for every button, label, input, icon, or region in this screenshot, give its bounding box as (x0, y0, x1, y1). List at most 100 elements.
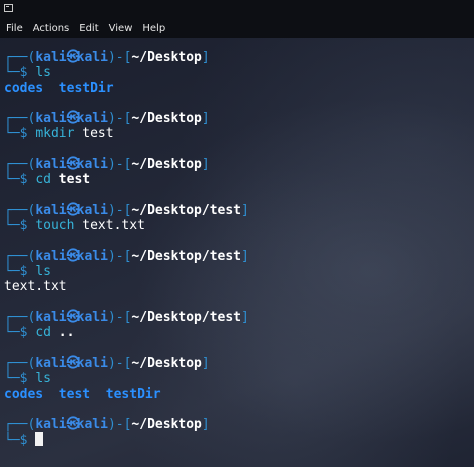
prompt-frame: ] (201, 157, 210, 173)
prompt-header: ┌──(kali㉿kali)-[~/Desktop/test] (4, 310, 470, 325)
title-bar (0, 0, 474, 18)
prompt-header: ┌──(kali㉿kali)-[~/Desktop/test] (4, 203, 470, 218)
kali-skull-icon: ㉿ (66, 248, 80, 264)
command-line: └─$ touch text.txt (4, 218, 470, 233)
prompt-path: ~/Desktop (131, 111, 202, 127)
prompt-frame: ┌──( (4, 157, 36, 173)
terminal-output[interactable]: ┌──(kali㉿kali)-[~/Desktop] └─$ ls codes te… (4, 50, 470, 448)
prompt-frame: )-[ (107, 355, 132, 371)
menu-view[interactable]: View (109, 23, 133, 34)
prompt-host: kali (76, 355, 108, 371)
menu-file[interactable]: File (6, 23, 23, 34)
prompt-frame: └─$ (4, 371, 36, 387)
prompt-frame: ] (241, 202, 249, 218)
command-line: └─$ ls (4, 371, 470, 386)
command-line: └─$ mkdir test (4, 126, 470, 141)
kali-skull-icon: ㉿ (66, 157, 80, 173)
command-output: text.txt (4, 279, 470, 294)
command-line: └─$ cd test (4, 172, 470, 187)
prompt-host: kali (76, 248, 108, 264)
prompt-path: ~/Desktop (131, 355, 202, 371)
prompt-path: ~/Desktop/test (131, 310, 241, 326)
prompt-host: kali (76, 111, 108, 127)
prompt-path: ~/Desktop (131, 417, 202, 433)
prompt-frame: └─$ (4, 433, 36, 449)
kali-skull-icon: ㉿ (66, 310, 80, 326)
file-entry (90, 387, 106, 402)
prompt-user: kali (35, 50, 67, 65)
prompt-frame: )-[ (107, 248, 132, 264)
prompt-frame: ┌──( (4, 50, 36, 65)
command-line: └─$ ls (4, 65, 470, 80)
menu-help[interactable]: Help (142, 23, 165, 34)
prompt-frame: ┌──( (4, 355, 36, 371)
directory-entry: codes (4, 80, 44, 96)
kali-skull-icon: ㉿ (66, 202, 80, 218)
kali-skull-icon: ㉿ (66, 417, 80, 433)
prompt-frame: ┌──( (4, 417, 36, 433)
prompt-user: kali (35, 310, 67, 326)
prompt-path: ~/Desktop/test (131, 202, 241, 218)
file-entry (43, 387, 59, 402)
prompt-frame: ] (201, 50, 210, 65)
terminal-icon (4, 4, 13, 12)
kali-skull-icon: ㉿ (66, 111, 80, 127)
prompt-frame: ] (201, 355, 210, 371)
command-output: codes testDir (4, 81, 470, 96)
prompt-host: kali (76, 50, 108, 65)
prompt-header: ┌──(kali㉿kali)-[~/Desktop] (4, 417, 470, 432)
prompt-frame: ] (201, 417, 210, 433)
text-cursor (35, 432, 44, 447)
prompt-frame: └─$ (4, 126, 36, 142)
prompt-header: ┌──(kali㉿kali)-[~/Desktop] (4, 356, 470, 371)
file-entry (43, 81, 59, 96)
prompt-path: ~/Desktop (131, 50, 202, 65)
prompt-host: kali (76, 157, 108, 173)
directory-entry: codes (4, 386, 44, 402)
command-output: codes test testDir (4, 387, 470, 402)
command-name: ls (35, 264, 51, 280)
prompt-header: ┌──(kali㉿kali)-[~/Desktop/test] (4, 249, 470, 264)
prompt-user: kali (35, 157, 67, 173)
prompt-user: kali (35, 111, 67, 127)
prompt-frame: ┌──( (4, 248, 36, 264)
prompt-frame: ] (241, 248, 249, 264)
prompt-path: ~/Desktop/test (131, 248, 241, 264)
menu-actions[interactable]: Actions (33, 23, 70, 34)
prompt-frame: ] (201, 111, 210, 127)
prompt-path: ~/Desktop (131, 157, 202, 173)
directory-entry: testDir (105, 386, 161, 402)
prompt-frame: └─$ (4, 264, 36, 280)
prompt-frame: ┌──( (4, 202, 36, 218)
kali-skull-icon: ㉿ (66, 50, 80, 65)
prompt-user: kali (35, 417, 67, 433)
prompt-frame: └─$ (4, 65, 36, 81)
prompt-frame: ] (241, 310, 249, 326)
prompt-host: kali (76, 417, 108, 433)
menu-edit[interactable]: Edit (79, 23, 98, 34)
prompt-user: kali (35, 355, 67, 371)
command-name: ls (35, 65, 51, 81)
prompt-header: ┌──(kali㉿kali)-[~/Desktop] (4, 50, 470, 65)
menu-bar: File Actions Edit View Help (0, 18, 474, 38)
prompt-frame: )-[ (107, 111, 132, 127)
command-arg: .. (50, 325, 75, 341)
prompt-user: kali (35, 248, 67, 264)
command-name: cd (35, 325, 51, 341)
prompt-frame: ┌──( (4, 111, 36, 127)
file-entry: text.txt (4, 279, 67, 295)
prompt-frame: )-[ (107, 310, 132, 326)
prompt-host: kali (76, 202, 108, 218)
prompt-header: ┌──(kali㉿kali)-[~/Desktop] (4, 111, 470, 126)
prompt-frame: )-[ (107, 417, 132, 433)
prompt-frame: └─$ (4, 218, 36, 234)
directory-entry: testDir (58, 80, 114, 96)
command-line: └─$ (4, 432, 470, 449)
terminal-window: File Actions Edit View Help ┌──(kali㉿kal… (0, 0, 474, 467)
